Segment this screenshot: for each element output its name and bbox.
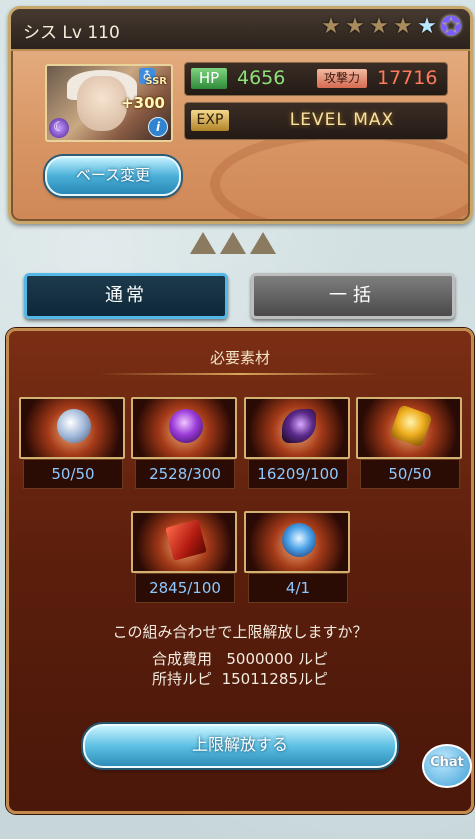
card-ornament: [210, 129, 470, 221]
material-count: 50/50: [23, 459, 123, 489]
character-card: シス Lv 110 ★ ★ ★ ★ ★ ✪ ♁ SSR +300 ☾ i HP …: [8, 6, 473, 224]
purple-star-icon: ✪: [440, 12, 462, 42]
exp-label: EXP: [191, 110, 229, 131]
plus-bonus: +300: [121, 94, 165, 112]
materials-panel: 必要素材 50/50 2528/300 16209/100 50/50 2845…: [6, 328, 474, 814]
blue-star-icon: ★: [417, 14, 437, 39]
rarity-stars: ★ ★ ★ ★ ★ ✪: [320, 12, 462, 42]
base-change-button[interactable]: ベース変更: [45, 156, 181, 196]
level-max-text: LEVEL MAX: [289, 110, 395, 130]
normal-mode-button[interactable]: 通常: [24, 273, 228, 319]
material-item[interactable]: 4/1: [244, 511, 350, 607]
character-titlebar: シス Lv 110 ★ ★ ★ ★ ★ ✪: [11, 9, 470, 51]
material-item[interactable]: 2528/300: [131, 397, 237, 493]
cost-value: 5000000 ルピ: [226, 650, 328, 668]
materials-title: 必要素材: [209, 349, 270, 367]
material-item[interactable]: 50/50: [19, 397, 125, 493]
owned-value: 15011285ルピ: [221, 670, 328, 688]
dark-horn-icon: [244, 397, 350, 459]
material-item[interactable]: 50/50: [356, 397, 462, 493]
uncap-button[interactable]: 上限解放する: [83, 724, 397, 768]
uncap-pyramid-icon: [190, 232, 216, 254]
material-count: 50/50: [360, 459, 460, 489]
uncap-level-indicators: [190, 232, 276, 254]
crystal-sphere-icon: [19, 397, 125, 459]
hp-label: HP: [191, 68, 227, 89]
title-divider: [99, 373, 381, 375]
uncap-pyramid-icon: [250, 232, 276, 254]
confirm-question: この組み合わせで上限解放しますか？: [112, 623, 368, 641]
uncap-pyramid-icon: [220, 232, 246, 254]
exp-row: EXP LEVEL MAX: [184, 102, 448, 140]
star-icon: ★: [393, 14, 413, 39]
chat-button[interactable]: Chat: [422, 744, 472, 788]
bulk-mode-button[interactable]: 一括: [251, 273, 455, 319]
blue-spirit-icon: [244, 511, 350, 573]
material-item[interactable]: 2845/100: [131, 511, 237, 607]
portrait-face: [77, 76, 127, 131]
attack-label: 攻撃力: [317, 69, 367, 88]
star-icon: ★: [345, 14, 365, 39]
golden-dice-icon: [356, 397, 462, 459]
attack-value: 17716: [377, 67, 438, 89]
star-icon: ★: [369, 14, 389, 39]
material-count: 2528/300: [135, 459, 235, 489]
material-item[interactable]: 16209/100: [244, 397, 350, 493]
cost-label: 合成費用: [152, 650, 213, 668]
owned-label: 所持ルピ: [152, 670, 213, 688]
dark-purple-crystal-icon: [131, 397, 237, 459]
cost-summary: 合成費用 5000000 ルピ 所持ルピ 15011285ルピ: [9, 649, 471, 689]
character-portrait[interactable]: ♁ SSR +300 ☾ i: [45, 64, 173, 142]
material-count: 2845/100: [135, 573, 235, 603]
info-icon[interactable]: i: [148, 117, 168, 137]
stats-row: HP 4656 攻撃力 17716: [184, 62, 448, 96]
rarity-badge: SSR: [145, 76, 167, 87]
character-name-level: シス Lv 110: [23, 23, 120, 43]
star-icon: ★: [321, 14, 341, 39]
material-count: 16209/100: [248, 459, 348, 489]
red-scroll-icon: [131, 511, 237, 573]
hp-value: 4656: [237, 67, 286, 89]
dark-element-icon: ☾: [49, 118, 69, 138]
material-count: 4/1: [248, 573, 348, 603]
